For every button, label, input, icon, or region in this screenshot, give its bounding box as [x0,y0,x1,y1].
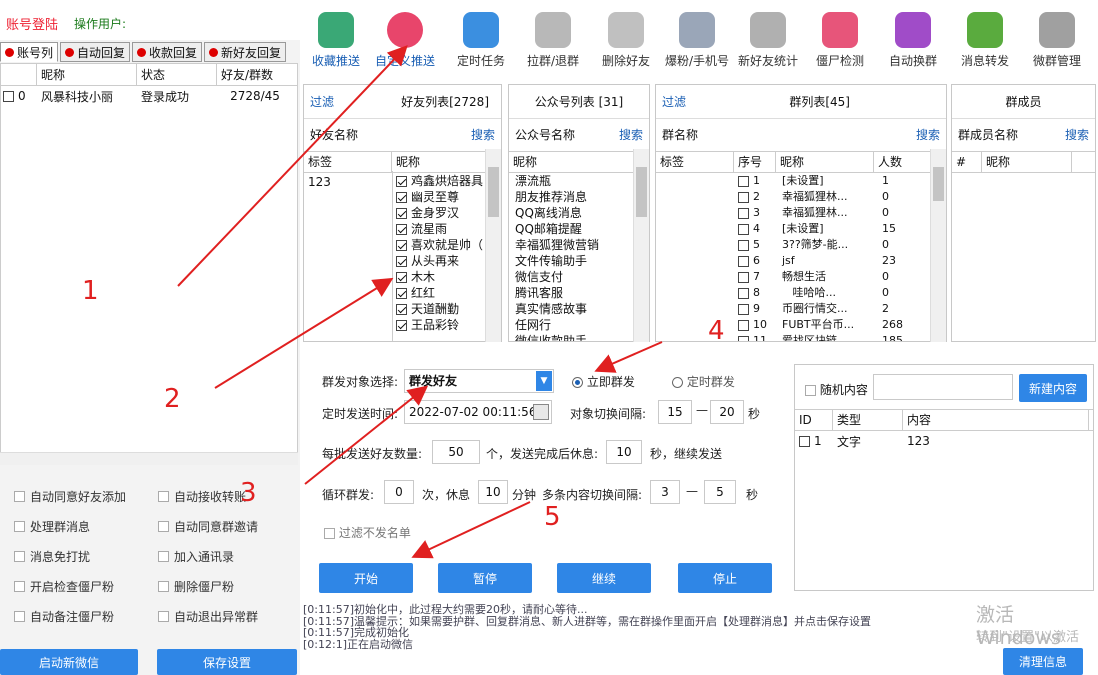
annotation-4: 4 [708,316,725,346]
arrow-4 [594,341,663,373]
arrow-5 [411,501,531,559]
arrow-3 [304,385,429,485]
annotation-5: 5 [544,502,561,532]
annotation-2: 2 [164,384,181,414]
annotation-1: 1 [82,276,99,306]
arrow-2 [214,277,394,389]
annotation-3: 3 [240,478,257,508]
arrow-1 [177,45,408,287]
annotation-arrows [177,45,663,559]
